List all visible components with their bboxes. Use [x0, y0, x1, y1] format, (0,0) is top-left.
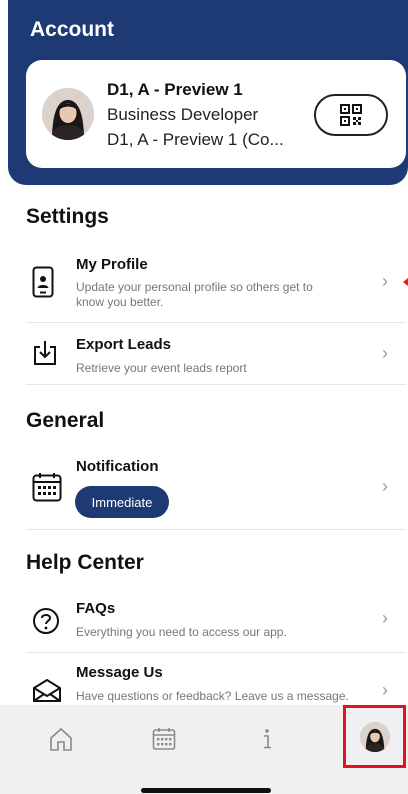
chevron-right-icon: ›	[382, 680, 388, 700]
profile-company: D1, A - Preview 1 (Co...	[107, 130, 284, 149]
calendar-icon	[32, 472, 62, 507]
nav-home[interactable]	[46, 722, 76, 756]
bottom-nav	[0, 705, 408, 794]
my-profile-description: Update your personal profile so others g…	[76, 280, 313, 309]
notification-frequency-button[interactable]: Immediate	[75, 486, 169, 518]
nav-info[interactable]	[257, 722, 277, 756]
faqs-title: FAQs	[76, 600, 116, 617]
notification-row[interactable]: Notification Immediate ›	[26, 446, 406, 530]
info-icon	[264, 729, 271, 749]
notification-title: Notification	[76, 458, 159, 475]
export-leads-description: Retrieve your event leads report	[76, 361, 247, 375]
red-marker	[403, 278, 408, 286]
phone-profile-icon	[32, 266, 54, 303]
chevron-right-icon: ›	[382, 476, 388, 496]
faqs-description: Everything you need to access our app.	[76, 625, 287, 639]
chevron-right-icon: ›	[382, 608, 388, 628]
profile-name: D1, A - Preview 1	[107, 80, 243, 99]
nav-profile[interactable]	[343, 705, 406, 768]
message-us-row[interactable]: Message Us Have questions or feedback? L…	[26, 653, 406, 705]
qr-code-button[interactable]	[314, 94, 388, 136]
my-profile-row[interactable]: My Profile Update your personal profile …	[26, 242, 406, 323]
page-title: Account	[30, 18, 114, 41]
export-leads-title: Export Leads	[76, 336, 172, 353]
chevron-right-icon: ›	[382, 271, 388, 291]
profile-card[interactable]: D1, A - Preview 1 Business Developer D1,…	[26, 60, 406, 168]
my-profile-title: My Profile	[76, 256, 148, 273]
chevron-right-icon: ›	[382, 343, 388, 363]
faqs-row[interactable]: FAQs Everything you need to access our a…	[26, 587, 406, 653]
calendar-icon	[152, 728, 176, 750]
nav-calendar[interactable]	[150, 722, 178, 756]
avatar	[359, 721, 390, 752]
envelope-icon	[32, 678, 62, 708]
general-section-title: General	[26, 409, 105, 432]
home-indicator	[141, 788, 271, 793]
home-icon	[50, 727, 72, 751]
download-icon	[32, 339, 58, 372]
message-us-description: Have questions or feedback? Leave us a m…	[76, 689, 349, 703]
export-leads-row[interactable]: Export Leads Retrieve your event leads r…	[26, 323, 406, 385]
question-circle-icon	[32, 607, 60, 640]
qr-code-icon	[340, 104, 362, 126]
account-header: Account D1, A - Preview 1 Business Devel…	[8, 0, 408, 185]
settings-section-title: Settings	[26, 205, 109, 228]
profile-role: Business Developer	[107, 105, 259, 124]
message-us-title: Message Us	[76, 664, 163, 681]
avatar	[42, 88, 94, 140]
help-center-section-title: Help Center	[26, 551, 144, 574]
